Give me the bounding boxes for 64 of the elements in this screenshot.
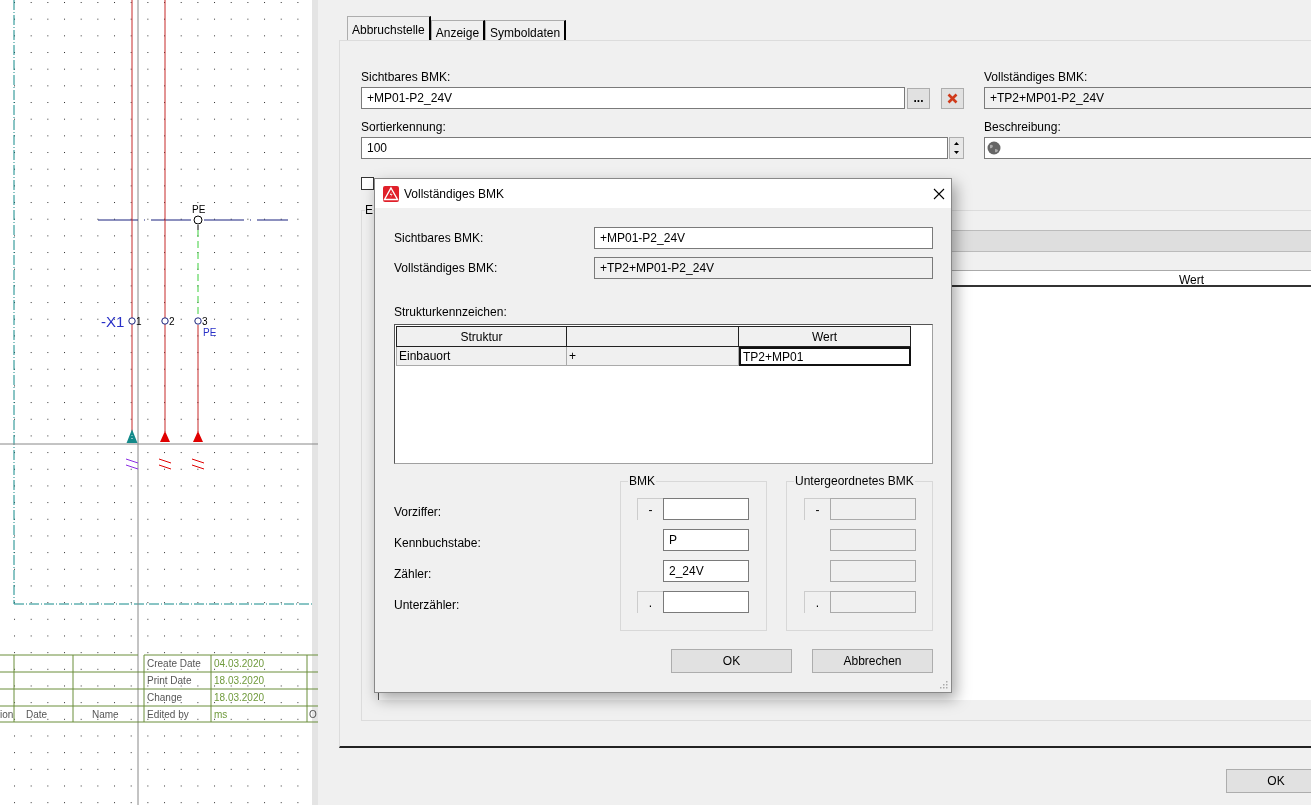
title-block-header: O [309, 709, 317, 720]
field-label: Vollständiges BMK: [394, 260, 499, 277]
globe-icon[interactable] [987, 141, 1001, 155]
resize-grip-icon[interactable] [940, 681, 948, 689]
field-label: Vorziffer: [394, 504, 443, 521]
input-field[interactable] [663, 591, 749, 613]
app-logo-icon [383, 185, 399, 202]
checkbox[interactable] [361, 177, 374, 190]
dialog-button[interactable]: OK [671, 649, 792, 673]
input-field[interactable]: P [663, 529, 749, 551]
field-label: Kennbuchstabe: [394, 535, 482, 552]
input-field[interactable]: +MP01-P2_24V [361, 87, 905, 109]
column-header: Wert [739, 326, 911, 347]
input-field[interactable] [663, 498, 749, 520]
terminal-label: 3 [202, 316, 208, 327]
input-field[interactable] [984, 137, 1311, 159]
tab[interactable]: Abbruchstelle [347, 16, 431, 40]
dialog-title: Vollständiges BMK [404, 185, 505, 203]
title-block-label: Change [147, 692, 183, 703]
column-header: Wert [1178, 272, 1206, 285]
group-title: E [365, 203, 373, 217]
field-label: Vollständiges BMK: [984, 69, 1089, 86]
terminal-label: 2 [169, 316, 175, 327]
field-label: Sichtbares BMK: [394, 230, 485, 247]
tab[interactable]: Anzeige [430, 20, 486, 40]
cell-editor[interactable]: TP2+MP01 [739, 347, 911, 366]
title-block-label: Create Date [147, 658, 201, 669]
readonly-field[interactable]: +TP2+MP01-P2_24V [984, 87, 1311, 109]
field-label: Beschreibung: [984, 119, 1062, 136]
title-block-header: ion [0, 709, 14, 720]
table-cell: Einbauort [396, 347, 567, 366]
title-block-header: Name [92, 709, 119, 720]
ok-button[interactable]: OK [1226, 769, 1311, 793]
title-block-value: 18.03.2020 [214, 692, 265, 703]
input-field[interactable]: 2_24V [663, 560, 749, 582]
device-label: -X1 [101, 313, 125, 330]
dialog-button[interactable]: Abbrechen [812, 649, 933, 673]
delete-icon [947, 92, 958, 104]
title-block-value: ms [214, 709, 228, 720]
field-label: Zähler: [394, 566, 433, 583]
spinner-control[interactable] [949, 137, 964, 159]
title-block-header: Date [26, 709, 48, 720]
readonly-field[interactable]: +TP2+MP01-P2_24V [594, 257, 933, 279]
bus-label: PE [192, 204, 206, 215]
title-block-label: Edited by [147, 709, 189, 720]
clear-button[interactable] [941, 87, 964, 109]
close-icon[interactable] [933, 187, 945, 200]
input-field[interactable]: +MP01-P2_24V [594, 227, 933, 249]
group-title: Untergeordnetes BMK [794, 474, 915, 488]
browse-button[interactable]: ... [907, 87, 930, 109]
table-cell: + [567, 347, 739, 366]
group-title: BMK [628, 474, 656, 488]
terminal-sublabel: PE [203, 327, 217, 338]
title-block-value: 04.03.2020 [214, 658, 265, 669]
field-label: Unterzähler: [394, 597, 461, 614]
terminal-label: 1 [136, 316, 142, 327]
column-header: Struktur [396, 326, 567, 347]
field-label: Sichtbares BMK: [361, 69, 452, 86]
tab[interactable]: Symboldaten [485, 20, 567, 40]
field-label: Sortierkennung: [361, 119, 447, 136]
number-field[interactable]: 100 [361, 137, 948, 159]
section-label: Strukturkennzeichen: [394, 305, 508, 319]
title-block-value: 18.03.2020 [214, 675, 265, 686]
title-block-label: Print Date [147, 675, 192, 686]
